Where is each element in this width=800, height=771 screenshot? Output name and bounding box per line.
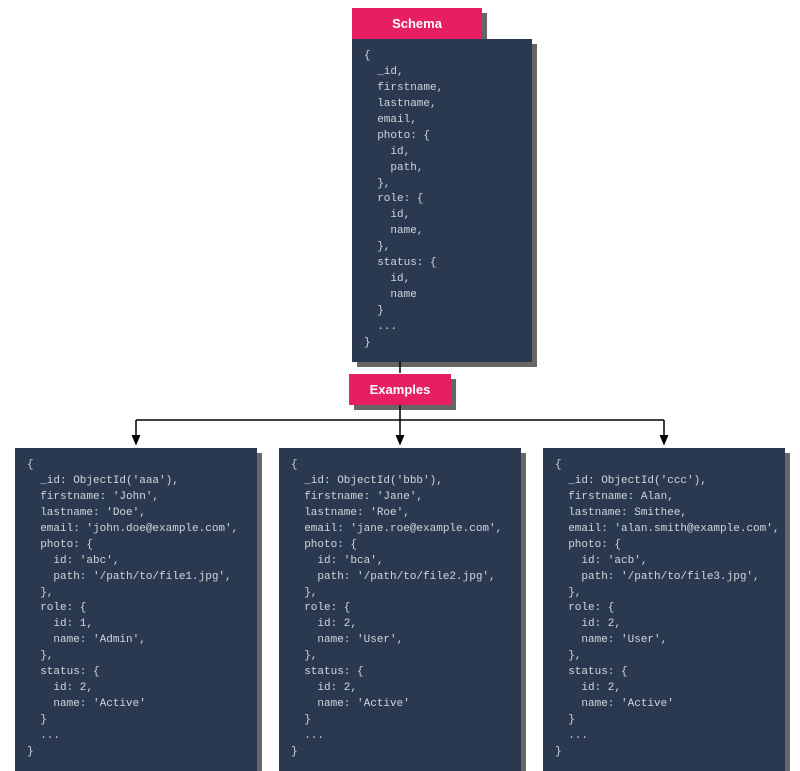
example-code-2: { _id: ObjectId('bbb'), firstname: 'Jane…: [279, 448, 521, 771]
examples-label: Examples: [349, 374, 451, 405]
schema-title: Schema: [352, 8, 482, 39]
schema-box: Schema { _id, firstname, lastname, email…: [352, 8, 532, 362]
example-box-1: { _id: ObjectId('aaa'), firstname: 'John…: [15, 448, 257, 771]
schema-code: { _id, firstname, lastname, email, photo…: [352, 39, 532, 362]
example-box-2: { _id: ObjectId('bbb'), firstname: 'Jane…: [279, 448, 521, 771]
example-code-3: { _id: ObjectId('ccc'), firstname: Alan,…: [543, 448, 785, 771]
example-code-1: { _id: ObjectId('aaa'), firstname: 'John…: [15, 448, 257, 771]
example-box-3: { _id: ObjectId('ccc'), firstname: Alan,…: [543, 448, 785, 771]
